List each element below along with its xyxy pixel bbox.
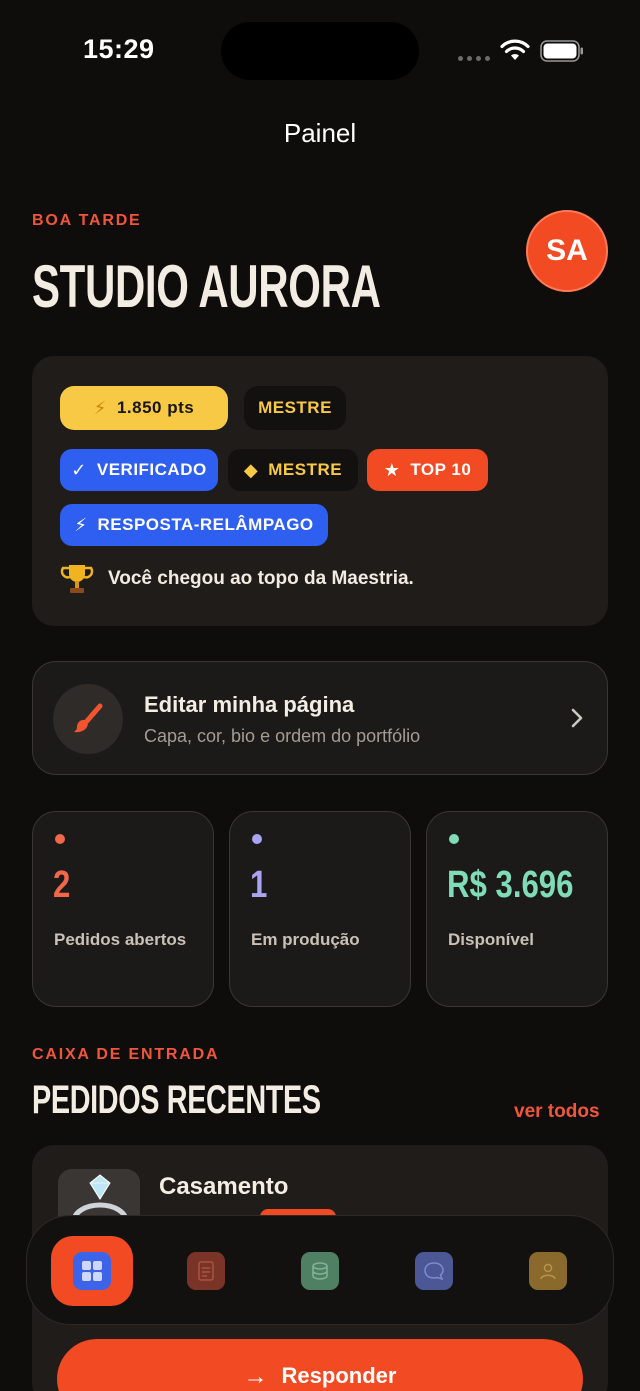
achievement-text: Você chegou ao topo da Maestria.	[108, 568, 414, 589]
points-label: 1.850 pts	[116, 398, 195, 417]
arrow-right-icon: →	[243, 1363, 268, 1390]
respond-button[interactable]: → Responder	[57, 1339, 583, 1391]
stat-card-in-production[interactable]: 1 Em produção	[229, 811, 411, 1007]
paintbrush-icon	[53, 684, 123, 754]
stat-label: Em produção	[251, 930, 360, 949]
stat-value: R$ 3.696	[447, 864, 574, 906]
cellular-signal-icon	[458, 56, 490, 61]
chevron-right-icon	[571, 708, 583, 728]
top-label: TOP 10	[410, 460, 472, 479]
edit-page-button[interactable]: Editar minha página Capa, cor, bio e ord…	[32, 661, 608, 775]
order-title: Casamento	[159, 1173, 289, 1200]
diamond-icon: ◆	[243, 459, 259, 480]
verified-badge: ✓ VERIFICADO	[60, 449, 218, 491]
check-icon: ✓	[71, 459, 87, 480]
stat-card-open-orders[interactable]: 2 Pedidos abertos	[32, 811, 214, 1007]
stat-label: Disponível	[448, 930, 534, 949]
lightning-icon: ⚡	[74, 514, 88, 535]
master-badge: ◆ MESTRE	[228, 449, 358, 491]
verified-label: VERIFICADO	[96, 460, 207, 479]
tab-finance[interactable]	[279, 1236, 361, 1306]
stat-card-available[interactable]: R$ 3.696 Disponível	[426, 811, 608, 1007]
edit-page-title: Editar minha página	[144, 692, 355, 717]
achievement-message: Você chegou ao topo da Maestria.	[60, 562, 414, 596]
profile-icon	[529, 1252, 567, 1290]
tab-bar	[26, 1215, 614, 1325]
star-icon: ★	[383, 459, 401, 480]
nav-title: Painel	[283, 118, 357, 148]
status-dot	[449, 834, 459, 844]
status-time: 15:29	[83, 34, 155, 64]
status-dot	[252, 834, 262, 844]
see-all-link[interactable]: ver todos	[514, 1101, 600, 1123]
tab-messages[interactable]	[393, 1236, 475, 1306]
wifi-icon	[500, 39, 530, 60]
studio-name: STUDIO AURORA	[32, 253, 381, 320]
inbox-title: PEDIDOS RECENTES	[32, 1078, 321, 1122]
grid-icon	[73, 1252, 111, 1290]
edit-page-subtitle: Capa, cor, bio e ordem do portfólio	[144, 726, 421, 746]
tab-profile[interactable]	[507, 1236, 589, 1306]
stat-value: 1	[250, 864, 268, 906]
tab-dashboard[interactable]	[51, 1236, 133, 1306]
chat-icon	[415, 1252, 453, 1290]
document-icon	[187, 1252, 225, 1290]
avatar[interactable]: SA	[526, 210, 608, 292]
level-badge: MESTRE	[244, 386, 346, 430]
dynamic-island	[221, 22, 419, 80]
lightning-icon: ⚡	[93, 397, 107, 418]
status-bar: 15:29	[0, 0, 640, 100]
inbox-eyebrow: CAIXA DE ENTRADA	[32, 1046, 220, 1063]
coins-icon	[301, 1252, 339, 1290]
fast-reply-badge: ⚡ RESPOSTA-RELÂMPAGO	[60, 504, 328, 546]
points-badge: ⚡ 1.850 pts	[60, 386, 228, 430]
battery-icon	[540, 40, 583, 62]
trophy-icon	[60, 565, 94, 593]
master-label: MESTRE	[268, 460, 343, 479]
status-dot	[55, 834, 65, 844]
tab-orders[interactable]	[165, 1236, 247, 1306]
stat-value: 2	[53, 864, 71, 906]
greeting-eyebrow: BOA TARDE	[32, 212, 142, 229]
respond-label: Responder	[281, 1363, 397, 1388]
fast-reply-label: RESPOSTA-RELÂMPAGO	[97, 515, 314, 534]
stat-label: Pedidos abertos	[54, 930, 187, 949]
top-badge: ★ TOP 10	[367, 449, 488, 491]
